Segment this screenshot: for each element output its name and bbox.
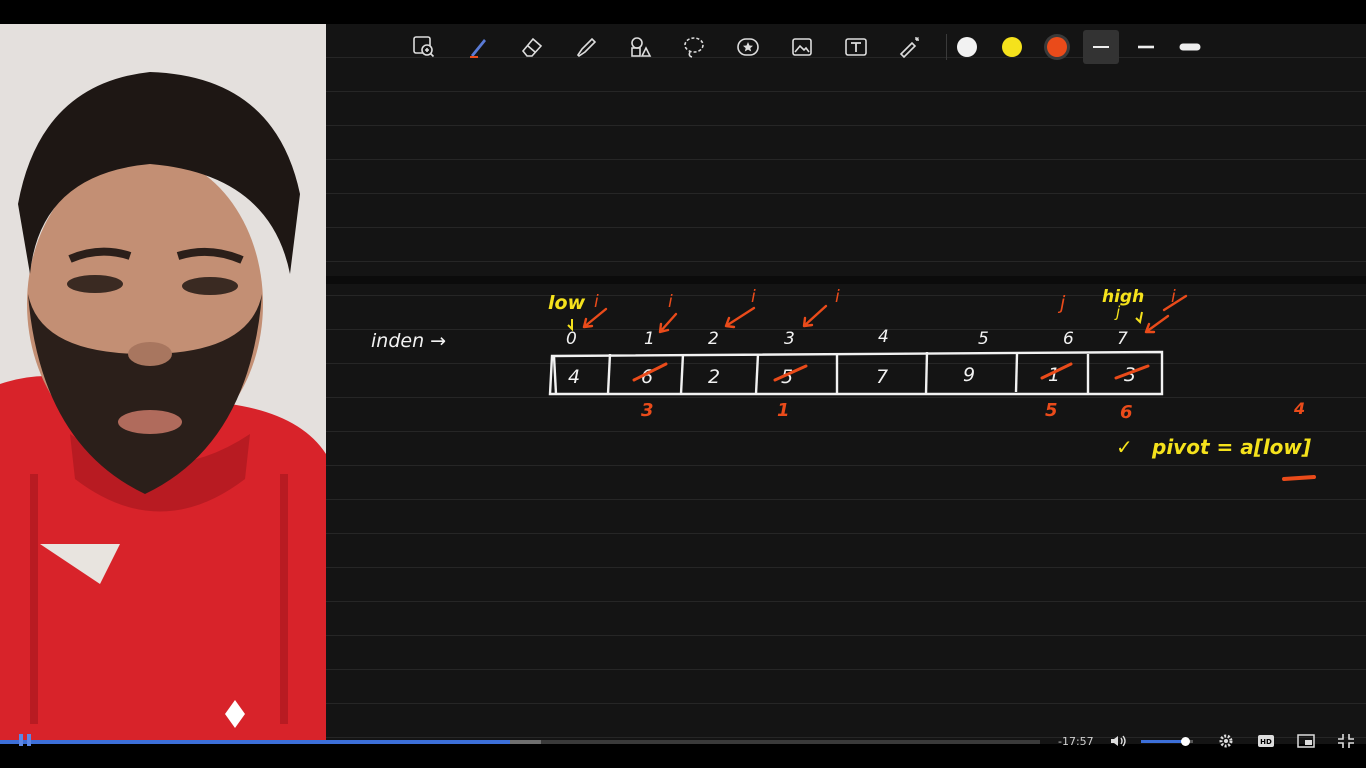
presenter-illustration xyxy=(0,24,326,744)
index-value: 2 xyxy=(708,329,719,349)
low-arrow xyxy=(567,319,573,332)
index-value: 1 xyxy=(644,329,655,349)
high-pointer-label: high xyxy=(1102,287,1144,307)
replacement-value: 3 xyxy=(641,400,654,421)
svg-text:HD: HD xyxy=(1260,738,1272,746)
i-pointer-label: i xyxy=(668,292,673,312)
array-cell: 7 xyxy=(876,366,888,388)
replacement-value: 6 xyxy=(1120,402,1133,423)
top-letterbox xyxy=(0,0,1366,24)
miniplayer-icon[interactable] xyxy=(1297,733,1315,749)
array-cell: 4 xyxy=(568,366,580,388)
i-pointer-label: i xyxy=(751,287,756,307)
j-pointer-label: j xyxy=(1114,303,1121,321)
whiteboard-canvas[interactable]: inden → low high i i i i i j j 0 1 2 3 4… xyxy=(326,24,1366,744)
index-value: 3 xyxy=(784,329,795,349)
index-value: 5 xyxy=(978,329,989,349)
formula-check: ✓ xyxy=(1116,435,1133,459)
array-cells: 4 6 2 5 7 9 1 3 xyxy=(568,364,1136,388)
handwritten-notes: inden → low high i i i i i j j 0 1 2 3 4… xyxy=(371,287,1316,481)
index-label: inden → xyxy=(371,330,446,352)
volume-level xyxy=(1141,740,1186,743)
seek-bar-buffered xyxy=(509,740,541,744)
array-cell: 9 xyxy=(963,364,975,386)
pivot-annotation: 4 xyxy=(1293,399,1305,418)
replacement-values: 3 1 5 6 xyxy=(641,400,1133,423)
index-value: 7 xyxy=(1117,329,1128,349)
bottom-letterbox xyxy=(0,748,1366,768)
index-value: 0 xyxy=(566,329,577,349)
time-remaining: -17:57 xyxy=(1058,735,1094,748)
index-value: 4 xyxy=(878,327,889,347)
index-row: 0 1 2 3 4 5 6 7 xyxy=(566,327,1128,349)
volume-icon[interactable] xyxy=(1109,733,1127,749)
presenter-webcam xyxy=(0,24,326,744)
replacement-value: 5 xyxy=(1045,400,1058,421)
j-pointer-label: j xyxy=(1057,292,1066,314)
array-cell: 2 xyxy=(708,366,720,388)
pause-icon[interactable] xyxy=(16,732,34,748)
fullscreen-exit-icon[interactable] xyxy=(1337,733,1355,749)
i-pointer-label: i xyxy=(594,292,599,312)
pivot-formula: pivot = a[low] xyxy=(1151,435,1311,459)
low-pointer-label: low xyxy=(548,292,586,314)
index-value: 6 xyxy=(1063,329,1074,349)
replacement-value: 1 xyxy=(777,400,790,421)
hd-quality-icon[interactable]: HD xyxy=(1257,733,1275,749)
i-pointer-label: i xyxy=(835,287,840,307)
high-arrow xyxy=(1135,311,1143,325)
seek-bar-played xyxy=(0,740,510,744)
low-underline xyxy=(1282,475,1316,481)
settings-gear-icon[interactable] xyxy=(1217,733,1235,749)
volume-knob[interactable] xyxy=(1181,737,1191,746)
